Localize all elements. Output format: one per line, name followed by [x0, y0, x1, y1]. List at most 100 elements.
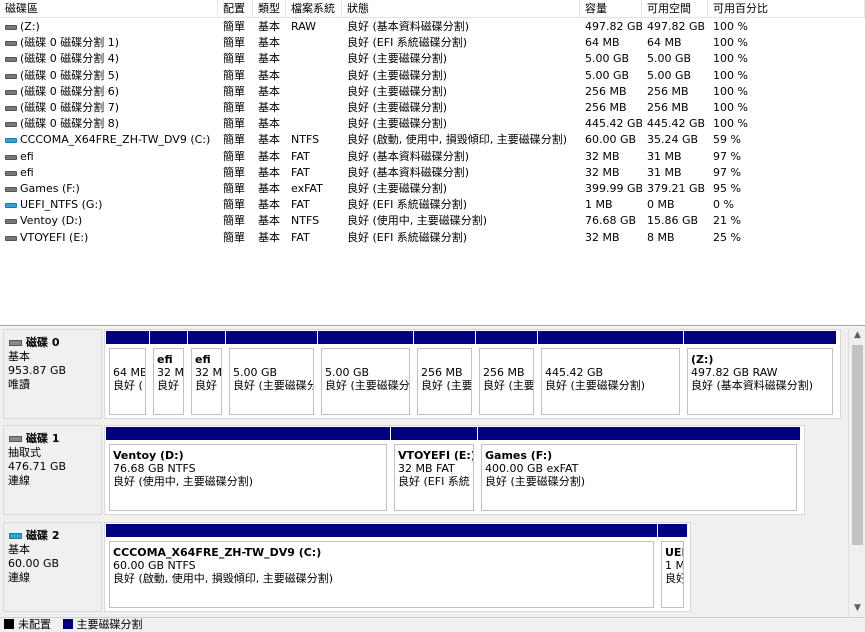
table-row[interactable]: (磁碟 0 磁碟分割 4) 簡單 基本 良好 (主要磁碟分割) 5.00 GB 5.00 …	[0, 51, 865, 67]
volume-capacity-text: 32 MB	[585, 230, 620, 244]
table-row[interactable]: CCCOMA_X64FRE_ZH-TW_DV9 (C:) 簡單 基本 NTFS 良好 (…	[0, 132, 865, 148]
volume-name-text: Ventoy (D:)	[20, 214, 83, 228]
partition-block[interactable]: 64 MB 良好 (	[105, 330, 149, 418]
volume-filesystem-text: RAW	[291, 20, 316, 33]
table-row[interactable]: Ventoy (D:) 簡單 基本 NTFS 良好 (使用中, 主要磁碟分割) 76.68…	[0, 213, 865, 229]
volume-layout-text: 簡單	[223, 133, 245, 147]
table-row[interactable]: efi 簡單 基本 FAT 良好 (基本資料磁碟分割) 32 MB 31 MB 97 %	[0, 149, 865, 165]
scroll-down-arrow-icon[interactable]: ▼	[849, 600, 865, 617]
volume-free-space-text: 497.82 GB	[647, 20, 706, 33]
partition-block[interactable]: 445.42 GB 良好 (主要磁碟分割)	[537, 330, 683, 418]
partition-block[interactable]: 5.00 GB良好 (主要磁碟分割)	[225, 330, 317, 418]
partition-block[interactable]: 256 MB 良好 (主要	[475, 330, 537, 418]
column-header-layout[interactable]: 配置	[218, 0, 253, 18]
vertical-scrollbar[interactable]: ▲ ▼	[848, 327, 865, 617]
volume-free-space-text: 31 MB	[647, 165, 682, 179]
disk-icon	[9, 340, 22, 346]
volume-capacity: 256 MB	[580, 84, 642, 100]
table-row[interactable]: (磁碟 0 磁碟分割 1) 簡單 基本 良好 (EFI 系統磁碟分割) 64 MB 64 …	[0, 35, 865, 51]
column-header-filesystem[interactable]: 檔案系統	[286, 0, 342, 18]
volume-name-text: (磁碟 0 磁碟分割 1)	[20, 36, 120, 50]
table-row[interactable]: (磁碟 0 磁碟分割 5) 簡單 基本 良好 (主要磁碟分割) 5.00 GB 5.00 …	[0, 68, 865, 84]
partition-strip: 64 MB良好 (efi32 MB良好efi32 MB良好5.00 GB良好 (…	[104, 329, 841, 419]
volume-type-text: 基本	[258, 165, 280, 179]
volume-type-text: 基本	[258, 198, 280, 212]
table-row[interactable]: efi 簡單 基本 FAT 良好 (基本資料磁碟分割) 32 MB 31 MB 97 %	[0, 165, 865, 181]
disk-title: 磁碟 0	[8, 336, 97, 350]
volume-percent-free-text: 100 %	[713, 84, 748, 98]
drive-icon	[5, 106, 17, 111]
partition-block[interactable]: 256 MB 良好 (主要	[413, 330, 475, 418]
partition-block[interactable]: efi32 MB良好	[149, 330, 187, 418]
volume-status-text: 良好 (主要磁碟分割)	[347, 84, 448, 98]
volume-status-text: 良好 (EFI 系統磁碟分割)	[347, 230, 468, 244]
volume-percent-free-text: 97 %	[713, 165, 741, 179]
volume-capacity: 60.00 GB	[580, 132, 642, 148]
volume-capacity-text: 256 MB	[585, 101, 627, 114]
volume-type-text: 基本	[258, 149, 280, 163]
partition-block[interactable]: Games (F:) 400.00 GB exFAT 良好 (主要磁碟分割)	[477, 426, 800, 514]
volume-name: (磁碟 0 磁碟分割 6)	[0, 84, 218, 100]
volume-layout-text: 簡單	[223, 52, 245, 66]
volume-filesystem: NTFS	[286, 132, 342, 148]
partition-type-bar	[188, 331, 225, 344]
partition-block[interactable]: Ventoy (D:) 76.68 GB NTFS 良好 (使用中, 主要磁碟分割)	[105, 426, 390, 514]
volume-layout-text: 簡單	[223, 84, 245, 98]
table-row[interactable]: (磁碟 0 磁碟分割 7) 簡單 基本 良好 (主要磁碟分割) 256 MB 256 MB…	[0, 100, 865, 116]
volume-type-text: 基本	[258, 117, 280, 131]
partition-size: 32 MB	[195, 366, 222, 379]
disk-info-panel[interactable]: 磁碟 1 抽取式 476.71 GB 連線	[3, 425, 102, 515]
system-drive-icon	[5, 138, 17, 144]
volume-type-text: 基本	[258, 68, 280, 82]
disk-state: 連線	[8, 571, 30, 584]
volume-layout-text: 簡單	[223, 149, 245, 163]
table-row[interactable]: UEFI_NTFS (G:) 簡單 基本 FAT 良好 (EFI 系統磁碟分割) 1 MB…	[0, 197, 865, 213]
table-row[interactable]: (磁碟 0 磁碟分割 6) 簡單 基本 良好 (主要磁碟分割) 256 MB 256 MB…	[0, 84, 865, 100]
volume-list[interactable]: 磁碟區 配置 類型 檔案系統 狀態 容量 可用空間 可用百分比 (Z:) 簡單 基本…	[0, 0, 865, 326]
scrollbar-thumb[interactable]	[852, 345, 863, 545]
partition-block[interactable]: (Z:) 497.82 GB RAW 良好 (基本資料磁碟分割)	[683, 330, 836, 418]
partition-details: 64 MB 良好 (	[109, 348, 146, 415]
partition-block[interactable]: 5.00 GB良好 (主要磁碟分割)	[317, 330, 413, 418]
volume-percent-free: 25 %	[708, 230, 865, 246]
partition-block[interactable]: UEF1 M良好	[657, 523, 687, 611]
volume-filesystem	[286, 68, 342, 84]
partition-details: Ventoy (D:) 76.68 GB NTFS 良好 (使用中, 主要磁碟分割)	[109, 444, 387, 511]
volume-name-text: (磁碟 0 磁碟分割 4)	[20, 52, 120, 66]
volume-type: 基本	[253, 132, 286, 148]
table-row[interactable]: Games (F:) 簡單 基本 exFAT 良好 (主要磁碟分割) 399.99 GB 3…	[0, 181, 865, 197]
partition-type-bar	[106, 331, 149, 344]
scroll-up-arrow-icon[interactable]: ▲	[849, 327, 865, 344]
table-row[interactable]: (Z:) 簡單 基本 RAW 良好 (基本資料磁碟分割) 497.82 GB 497.82 …	[0, 19, 865, 35]
drive-icon	[5, 57, 17, 63]
column-header-status[interactable]: 狀態	[342, 0, 580, 18]
legend-item-primary-partition: 主要磁碟分割	[62, 618, 143, 631]
volume-percent-free-text: 95 %	[713, 182, 741, 195]
legend-label-primary-partition: 主要磁碟分割	[76, 618, 143, 631]
table-row[interactable]: VTOYEFI (E:) 簡單 基本 FAT 良好 (EFI 系統磁碟分割) 32 MB 8…	[0, 230, 865, 246]
legend-swatch-unallocated	[4, 619, 14, 629]
partition-type-bar	[318, 331, 413, 344]
disk-info-panel[interactable]: 磁碟 0 基本 953.87 GB 唯讀	[3, 329, 102, 419]
partition-status: 良好 (基本資料磁碟分割)	[691, 379, 814, 392]
column-header-volume[interactable]: 磁碟區	[0, 0, 218, 18]
column-header-capacity[interactable]: 容量	[580, 0, 642, 18]
volume-filesystem: FAT	[286, 230, 342, 246]
volume-layout-text: 簡單	[223, 36, 245, 50]
partition-block[interactable]: CCCOMA_X64FRE_ZH-TW_DV9 (C:) 60.00 GB NTF…	[105, 523, 657, 611]
disk-info-panel[interactable]: 磁碟 2 基本 60.00 GB 連線	[3, 522, 102, 612]
partition-block[interactable]: VTOYEFI (E:) 32 MB FAT 良好 (EFI 系統	[390, 426, 477, 514]
disk-size: 60.00 GB	[8, 557, 60, 570]
volume-free-space-text: 64 MB	[647, 36, 682, 50]
partition-block[interactable]: efi32 MB良好	[187, 330, 225, 418]
volume-status-text: 良好 (基本資料磁碟分割)	[347, 165, 470, 179]
column-header-type[interactable]: 類型	[253, 0, 286, 18]
table-row[interactable]: (磁碟 0 磁碟分割 8) 簡單 基本 良好 (主要磁碟分割) 445.42 GB 445…	[0, 116, 865, 132]
column-header-free-space[interactable]: 可用空間	[642, 0, 708, 18]
column-header-percent-free[interactable]: 可用百分比	[708, 0, 865, 18]
volume-filesystem-text: FAT	[291, 198, 310, 212]
volume-capacity-text: 497.82 GB	[585, 20, 642, 33]
volume-name: (磁碟 0 磁碟分割 1)	[0, 35, 218, 51]
volume-capacity: 5.00 GB	[580, 68, 642, 84]
disk-title-text: 磁碟 2	[26, 529, 60, 542]
